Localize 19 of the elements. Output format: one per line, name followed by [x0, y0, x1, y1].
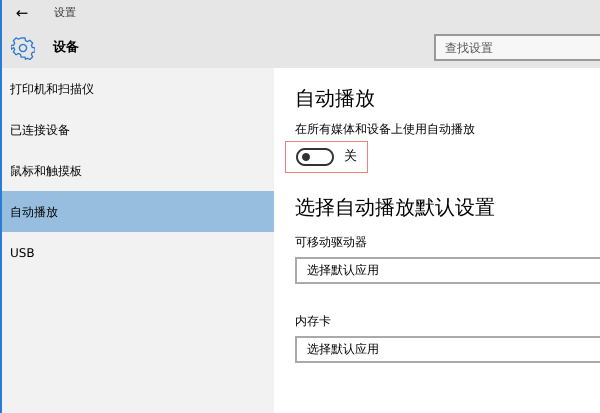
- sidebar-item[interactable]: USB: [2, 232, 274, 273]
- page-title: 设备: [53, 38, 79, 57]
- toggle-switch[interactable]: [296, 148, 334, 166]
- back-button[interactable]: ←: [2, 0, 42, 27]
- field-label: 内存卡: [295, 312, 332, 330]
- field-label: 可移动驱动器: [295, 234, 368, 250]
- search-field[interactable]: 查找设置: [434, 34, 600, 61]
- section-heading: 选择自动播放默认设置: [295, 194, 496, 218]
- dropdown[interactable]: 选择默认应用: [295, 256, 600, 284]
- sidebar-item[interactable]: 鼠标和触摸板: [2, 150, 274, 191]
- window-title: 设置: [54, 5, 76, 22]
- toggle-state: 关: [344, 148, 357, 166]
- sidebar-item[interactable]: 打印机和扫描仪: [2, 68, 274, 109]
- dropdown[interactable]: 选择默认应用: [295, 336, 600, 362]
- sidebar-item[interactable]: 已连接设备: [2, 109, 274, 150]
- sidebar-item[interactable]: 自动播放: [2, 191, 274, 232]
- toggle-label: 在所有媒体和设备上使用自动播放: [295, 121, 476, 138]
- settings-icon: [11, 36, 35, 60]
- section-heading: 自动播放: [295, 86, 376, 110]
